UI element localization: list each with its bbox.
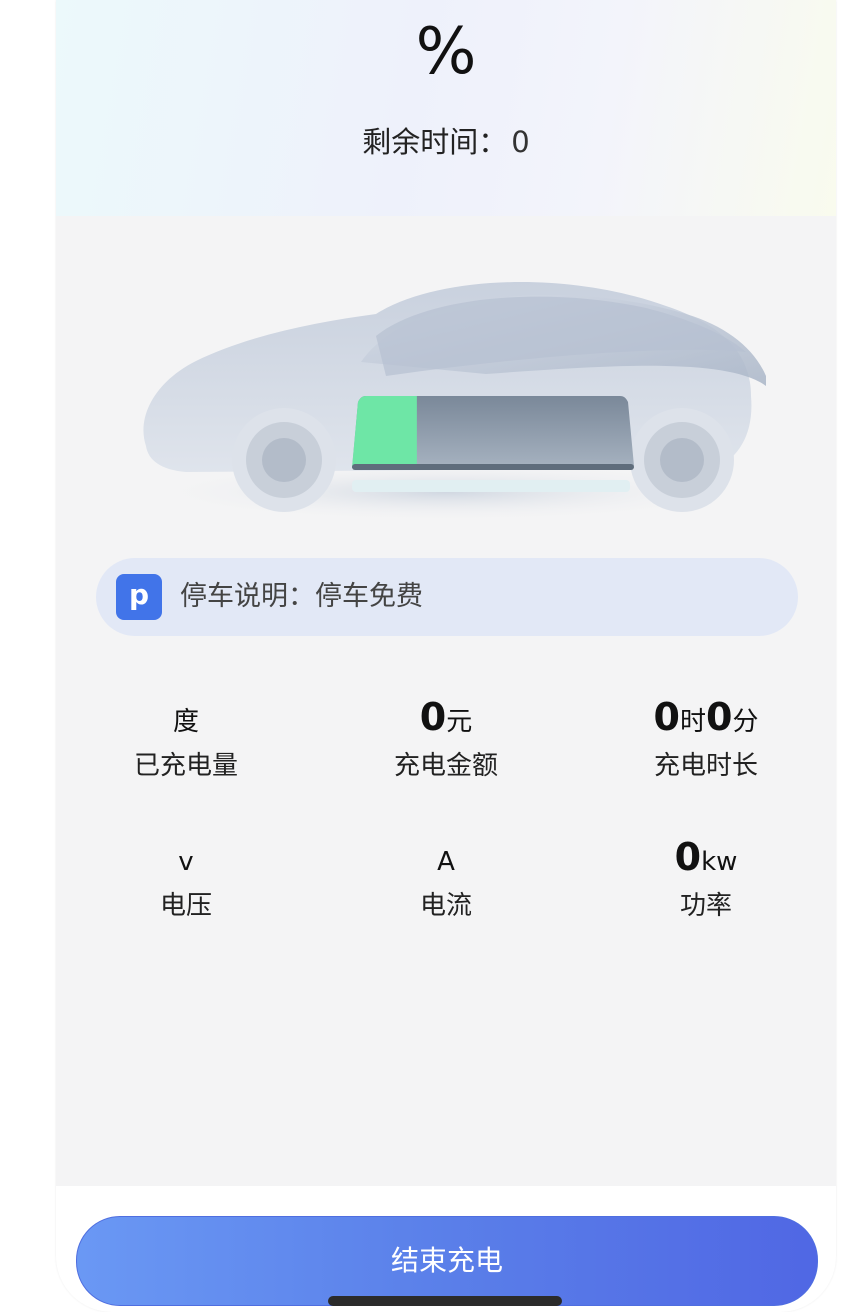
car-illustration <box>126 256 766 536</box>
charge-duration-label: 充电时长 <box>653 751 758 781</box>
stat-charge-duration: 0时0分 充电时长 <box>576 690 836 786</box>
remaining-time-label: 剩余时间： <box>362 125 508 159</box>
footer-bar: 结束充电 <box>56 1186 836 1312</box>
current-label: 电流 <box>419 891 472 921</box>
duration-hours: 0 <box>653 695 680 739</box>
charged-energy-value: 度 <box>56 690 316 744</box>
duration-minutes: 0 <box>706 695 733 739</box>
charge-duration-value: 0时0分 <box>576 690 836 744</box>
stat-charged-energy: 度 已充电量 <box>56 690 316 786</box>
power-number: 0 <box>674 835 702 879</box>
stat-current: A 电流 <box>316 830 576 926</box>
charge-amount-unit: 元 <box>446 707 473 737</box>
rear-wheel <box>630 408 734 512</box>
battery-charge-level <box>352 396 417 468</box>
current-value: A <box>316 830 576 884</box>
charging-screen: % 剩余时间： 0 p 停车说明：停车免费 度 已充电量 0元 充电金额 0时0… <box>56 0 836 1312</box>
charge-amount-number: 0 <box>419 695 447 739</box>
remaining-time-value: 0 <box>511 125 530 159</box>
parking-notice-text: 停车说明：停车免费 <box>180 581 423 612</box>
voltage-label: 电压 <box>159 891 212 921</box>
charged-energy-unit: 度 <box>172 707 199 737</box>
parking-icon: p <box>116 574 162 620</box>
stat-power: 0kw 功率 <box>576 830 836 926</box>
current-unit: A <box>437 847 455 877</box>
stat-voltage: v 电压 <box>56 830 316 926</box>
car-battery-graphic <box>143 282 766 522</box>
end-charging-button[interactable]: 结束充电 <box>76 1216 818 1306</box>
front-wheel <box>232 408 336 512</box>
power-label: 功率 <box>679 891 732 921</box>
voltage-unit: v <box>178 847 194 877</box>
battery-pack <box>352 396 634 470</box>
duration-hours-unit: 时 <box>679 707 706 737</box>
charge-amount-value: 0元 <box>316 690 576 744</box>
charged-energy-label: 已充电量 <box>133 751 238 781</box>
charge-progress-header: % 剩余时间： 0 <box>56 0 836 216</box>
charge-percentage: % <box>415 15 477 89</box>
parking-notice: p 停车说明：停车免费 <box>96 558 798 636</box>
voltage-value: v <box>56 830 316 884</box>
power-value: 0kw <box>576 830 836 884</box>
remaining-time: 剩余时间： 0 <box>56 122 836 162</box>
charge-amount-label: 充电金额 <box>393 751 498 781</box>
stat-charge-amount: 0元 充电金额 <box>316 690 576 786</box>
power-unit: kw <box>701 847 738 877</box>
duration-minutes-unit: 分 <box>732 707 759 737</box>
home-indicator[interactable] <box>328 1296 562 1306</box>
